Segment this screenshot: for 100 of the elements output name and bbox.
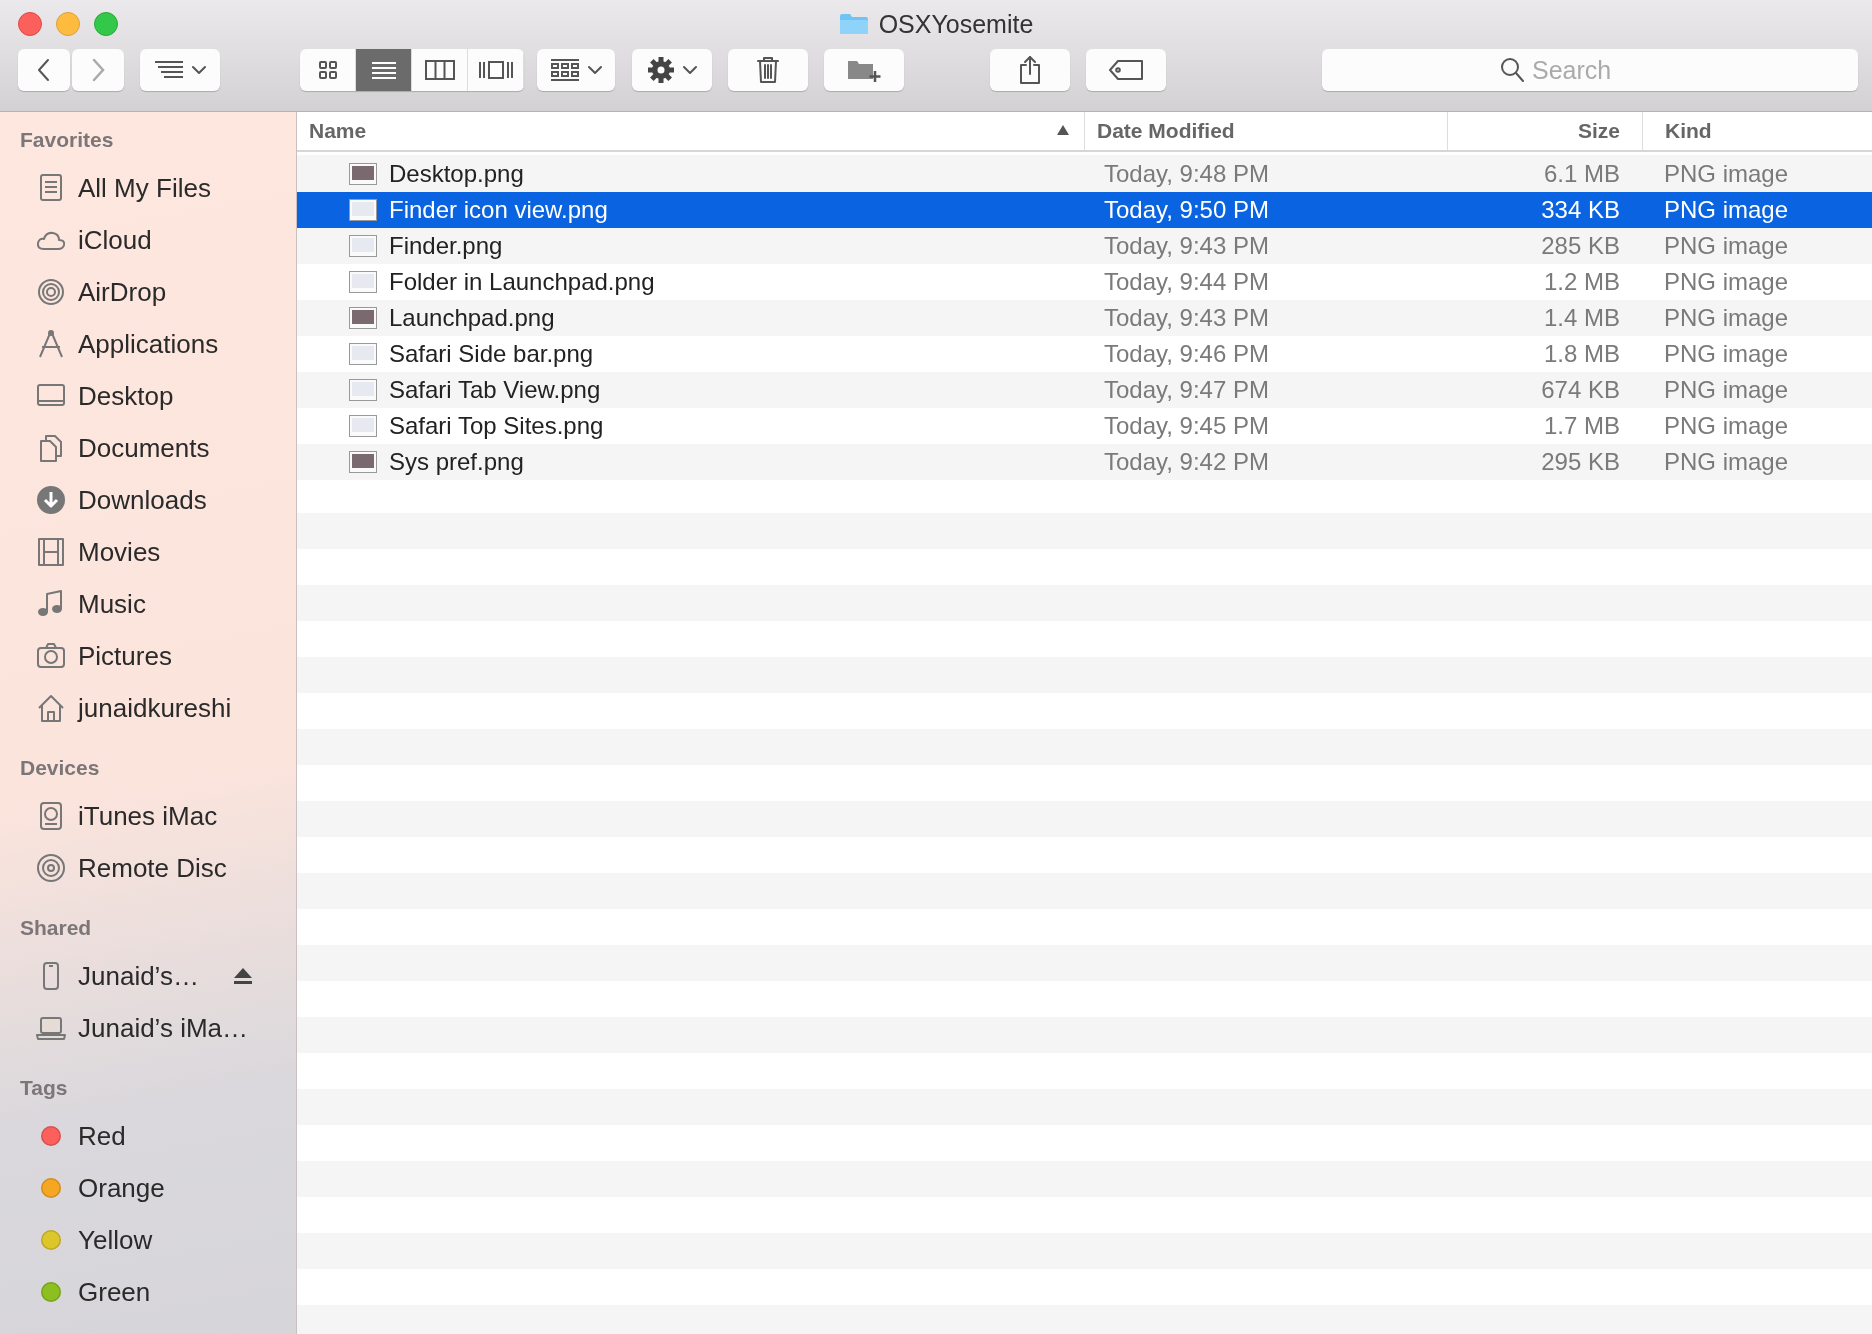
sidebar-item[interactable]: All My Files xyxy=(78,172,211,204)
image-thumbnail-icon xyxy=(349,415,377,437)
list-view-icon xyxy=(370,60,397,80)
date-modified: Today, 9:47 PM xyxy=(1104,376,1269,403)
cover-flow-icon xyxy=(478,60,513,80)
grid-rows-icon xyxy=(550,58,580,82)
file-size: 1.8 MB xyxy=(1543,340,1620,367)
search-field[interactable]: Search xyxy=(1322,49,1858,91)
column-header[interactable]: Date Modified xyxy=(1097,119,1235,143)
sidebar-item[interactable]: Junaid’s iMa… xyxy=(78,1012,249,1044)
sidebar-item[interactable]: Movies xyxy=(78,536,161,568)
file-size: 1.2 MB xyxy=(1543,268,1620,295)
signal-rings-icon xyxy=(36,277,66,307)
film-icon xyxy=(36,537,66,567)
icon-grid-icon xyxy=(318,61,337,79)
download-icon xyxy=(36,485,66,515)
sidebar-item[interactable]: Red xyxy=(78,1120,126,1152)
chevron-right-icon xyxy=(90,58,106,82)
sidebar-item[interactable]: Junaid’s… xyxy=(78,960,199,992)
new-folder-button[interactable] xyxy=(824,49,904,91)
column-header[interactable]: Size xyxy=(1577,119,1620,143)
file-kind: PNG image xyxy=(1664,304,1789,331)
action-button[interactable] xyxy=(632,49,712,91)
image-thumbnail-icon xyxy=(349,163,377,185)
tag-button[interactable] xyxy=(1086,49,1166,91)
file-name: Safari Top Sites.png xyxy=(389,412,604,440)
search-icon xyxy=(1500,57,1524,83)
date-modified: Today, 9:45 PM xyxy=(1104,412,1269,439)
file-kind: PNG image xyxy=(1664,232,1789,259)
back-button[interactable] xyxy=(18,49,70,91)
arrange-button[interactable] xyxy=(140,49,220,91)
image-thumbnail-icon xyxy=(349,451,377,473)
sidebar-item[interactable]: Green xyxy=(78,1276,151,1308)
drafting-tools-icon xyxy=(36,329,66,359)
date-modified: Today, 9:42 PM xyxy=(1104,448,1269,475)
sidebar-item[interactable]: iCloud xyxy=(78,224,152,256)
view-mode-button[interactable] xyxy=(356,49,412,91)
file-size: 1.7 MB xyxy=(1543,412,1620,439)
file-kind: PNG image xyxy=(1664,196,1789,223)
date-modified: Today, 9:46 PM xyxy=(1104,340,1269,367)
chevron-down-icon xyxy=(683,65,697,75)
file-size: 1.4 MB xyxy=(1543,304,1620,331)
share-icon xyxy=(1019,55,1041,85)
sidebar-item[interactable]: AirDrop xyxy=(78,276,167,308)
close-button[interactable] xyxy=(18,12,42,36)
tag-icon xyxy=(1108,59,1144,81)
date-modified: Today, 9:44 PM xyxy=(1104,268,1269,295)
sidebar-item[interactable]: junaidkureshi xyxy=(78,692,232,724)
group-button[interactable] xyxy=(537,49,615,91)
image-thumbnail-icon xyxy=(349,379,377,401)
sidebar-item[interactable]: Downloads xyxy=(78,484,207,516)
file-row[interactable]: Finder icon view.png Today, 9:50 PM 334 KB PNG image xyxy=(297,192,1872,228)
sidebar-item[interactable]: Applications xyxy=(78,328,219,360)
file-name: Sys pref.png xyxy=(389,448,524,476)
section-heading: Shared xyxy=(20,915,93,941)
window-title: OSXYosemite xyxy=(878,9,1034,39)
column-header[interactable]: Name xyxy=(309,119,367,143)
trash-icon xyxy=(756,56,780,84)
section-heading: Devices xyxy=(20,755,101,781)
sidebar-item[interactable]: Yellow xyxy=(78,1224,153,1256)
indented-list-icon xyxy=(154,60,184,80)
file-kind: PNG image xyxy=(1664,268,1789,295)
file-size: 674 KB xyxy=(1541,376,1620,403)
section-heading: Tags xyxy=(20,1075,69,1101)
file-name: Finder.png xyxy=(389,232,503,260)
sidebar-item[interactable]: Remote Disc xyxy=(78,852,227,884)
house-icon xyxy=(36,693,66,723)
delete-button[interactable] xyxy=(728,49,808,91)
eject-icon[interactable] xyxy=(232,967,253,985)
file-size: 6.1 MB xyxy=(1543,160,1620,187)
file-size: 285 KB xyxy=(1541,232,1620,259)
column-header[interactable]: Kind xyxy=(1665,119,1712,143)
sidebar-item[interactable]: Orange xyxy=(78,1172,165,1204)
image-thumbnail-icon xyxy=(349,343,377,365)
file-size: 295 KB xyxy=(1541,448,1620,475)
file-name: Safari Side bar.png xyxy=(389,340,594,368)
sidebar-item[interactable]: Music xyxy=(78,588,146,620)
file-name: Desktop.png xyxy=(389,160,524,188)
share-button[interactable] xyxy=(990,49,1070,91)
chevron-left-icon xyxy=(36,58,52,82)
date-modified: Today, 9:48 PM xyxy=(1104,160,1269,187)
file-name: Safari Tab View.png xyxy=(389,376,601,404)
camera-icon xyxy=(36,641,66,671)
chevron-down-icon xyxy=(588,65,602,75)
folder-icon xyxy=(838,12,869,36)
section-heading: Favorites xyxy=(20,127,115,153)
date-modified: Today, 9:43 PM xyxy=(1104,232,1269,259)
image-thumbnail-icon xyxy=(349,235,377,257)
file-name: Folder in Launchpad.png xyxy=(389,268,655,296)
sidebar-item[interactable]: Documents xyxy=(78,432,210,464)
sidebar-item[interactable]: iTunes iMac xyxy=(78,800,218,832)
file-kind: PNG image xyxy=(1664,376,1789,403)
file-name: Finder icon view.png xyxy=(389,196,608,224)
file-size: 334 KB xyxy=(1541,196,1620,223)
date-modified: Today, 9:43 PM xyxy=(1104,304,1269,331)
sidebar-item[interactable]: Desktop xyxy=(78,380,174,412)
sidebar-item[interactable]: Pictures xyxy=(78,640,172,672)
disc-icon xyxy=(36,853,66,883)
date-modified: Today, 9:50 PM xyxy=(1104,196,1269,223)
image-thumbnail-icon xyxy=(349,271,377,293)
